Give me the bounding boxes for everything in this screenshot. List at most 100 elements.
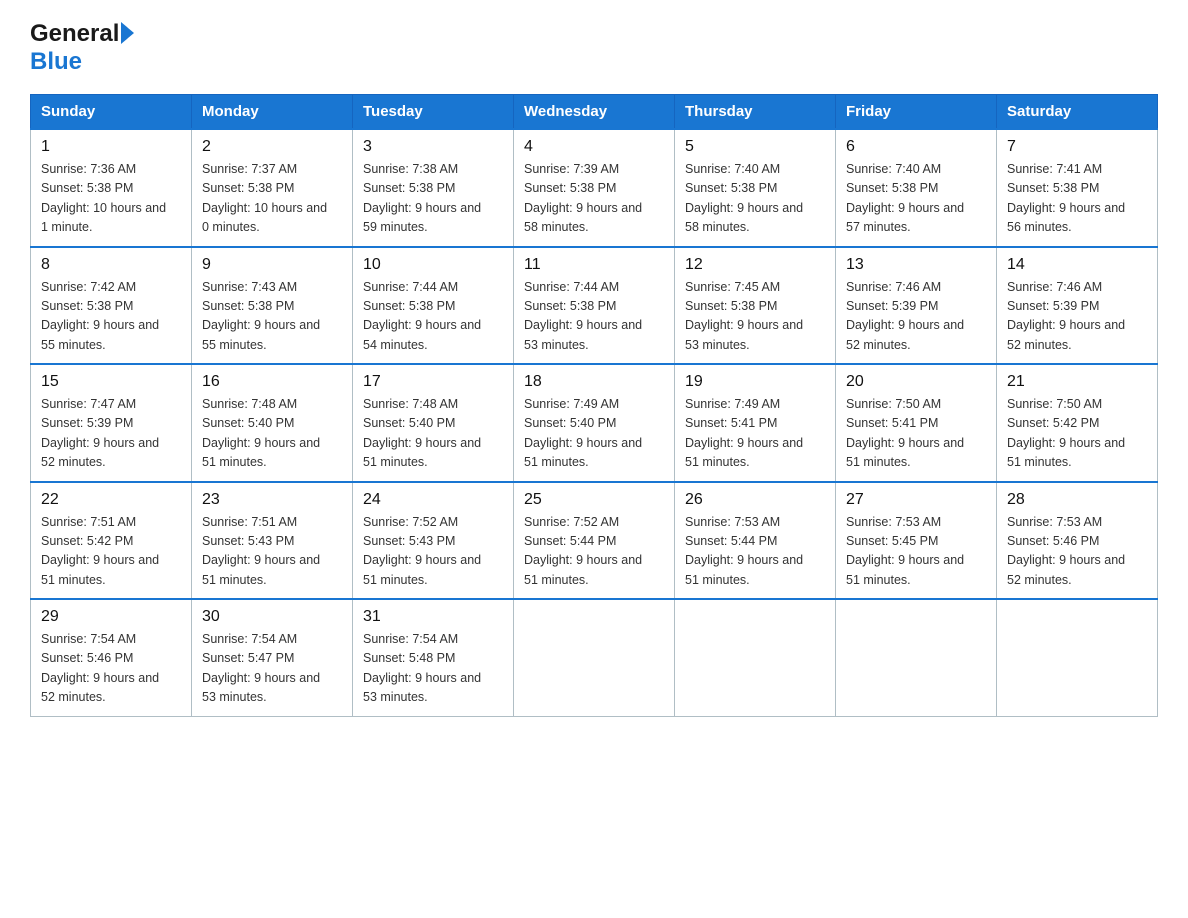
day-cell: 8 Sunrise: 7:42 AMSunset: 5:38 PMDaylight… (31, 247, 192, 365)
day-number: 26 (685, 491, 825, 509)
day-cell: 9 Sunrise: 7:43 AMSunset: 5:38 PMDaylight… (192, 247, 353, 365)
day-cell: 17 Sunrise: 7:48 AMSunset: 5:40 PMDayligh… (353, 364, 514, 482)
day-number: 10 (363, 256, 503, 274)
day-number: 18 (524, 373, 664, 391)
day-info: Sunrise: 7:53 AMSunset: 5:45 PMDaylight:… (846, 513, 986, 591)
day-info: Sunrise: 7:53 AMSunset: 5:46 PMDaylight:… (1007, 513, 1147, 591)
day-cell (675, 599, 836, 716)
day-number: 9 (202, 256, 342, 274)
day-info: Sunrise: 7:39 AMSunset: 5:38 PMDaylight:… (524, 160, 664, 238)
logo-general-text: General (30, 20, 119, 48)
day-info: Sunrise: 7:45 AMSunset: 5:38 PMDaylight:… (685, 278, 825, 356)
header-cell-friday: Friday (836, 95, 997, 130)
day-info: Sunrise: 7:49 AMSunset: 5:41 PMDaylight:… (685, 395, 825, 473)
week-row-4: 22Sunrise: 7:51 AMSunset: 5:42 PMDayligh… (31, 482, 1158, 600)
day-number: 29 (41, 608, 181, 626)
day-info: Sunrise: 7:42 AMSunset: 5:38 PMDaylight:… (41, 278, 181, 356)
day-cell: 15Sunrise: 7:47 AMSunset: 5:39 PMDayligh… (31, 364, 192, 482)
day-cell: 10 Sunrise: 7:44 AMSunset: 5:38 PMDayligh… (353, 247, 514, 365)
logo: General Blue (30, 20, 134, 76)
day-number: 30 (202, 608, 342, 626)
day-cell (514, 599, 675, 716)
day-number: 28 (1007, 491, 1147, 509)
day-cell: 12 Sunrise: 7:45 AMSunset: 5:38 PMDayligh… (675, 247, 836, 365)
day-cell: 28 Sunrise: 7:53 AMSunset: 5:46 PMDayligh… (997, 482, 1158, 600)
header-cell-thursday: Thursday (675, 95, 836, 130)
day-info: Sunrise: 7:44 AMSunset: 5:38 PMDaylight:… (363, 278, 503, 356)
day-cell (997, 599, 1158, 716)
day-number: 4 (524, 138, 664, 156)
day-info: Sunrise: 7:43 AMSunset: 5:38 PMDaylight:… (202, 278, 342, 356)
logo-blue-text: Blue (30, 48, 82, 75)
header-cell-sunday: Sunday (31, 95, 192, 130)
week-row-1: 1Sunrise: 7:36 AMSunset: 5:38 PMDaylight… (31, 129, 1158, 247)
header-cell-tuesday: Tuesday (353, 95, 514, 130)
day-cell: 27 Sunrise: 7:53 AMSunset: 5:45 PMDayligh… (836, 482, 997, 600)
day-info: Sunrise: 7:44 AMSunset: 5:38 PMDaylight:… (524, 278, 664, 356)
day-info: Sunrise: 7:54 AMSunset: 5:47 PMDaylight:… (202, 630, 342, 708)
week-row-2: 8 Sunrise: 7:42 AMSunset: 5:38 PMDaylight… (31, 247, 1158, 365)
day-number: 12 (685, 256, 825, 274)
day-cell: 23 Sunrise: 7:51 AMSunset: 5:43 PMDayligh… (192, 482, 353, 600)
week-row-5: 29Sunrise: 7:54 AMSunset: 5:46 PMDayligh… (31, 599, 1158, 716)
calendar-body: 1Sunrise: 7:36 AMSunset: 5:38 PMDaylight… (31, 129, 1158, 716)
day-number: 15 (41, 373, 181, 391)
day-number: 24 (363, 491, 503, 509)
day-number: 1 (41, 138, 181, 156)
day-number: 22 (41, 491, 181, 509)
day-number: 13 (846, 256, 986, 274)
day-number: 25 (524, 491, 664, 509)
day-number: 27 (846, 491, 986, 509)
day-cell (836, 599, 997, 716)
day-number: 20 (846, 373, 986, 391)
day-info: Sunrise: 7:50 AMSunset: 5:41 PMDaylight:… (846, 395, 986, 473)
day-cell: 19Sunrise: 7:49 AMSunset: 5:41 PMDayligh… (675, 364, 836, 482)
day-number: 21 (1007, 373, 1147, 391)
calendar-table: SundayMondayTuesdayWednesdayThursdayFrid… (30, 94, 1158, 717)
day-info: Sunrise: 7:49 AMSunset: 5:40 PMDaylight:… (524, 395, 664, 473)
day-number: 17 (363, 373, 503, 391)
day-info: Sunrise: 7:46 AMSunset: 5:39 PMDaylight:… (1007, 278, 1147, 356)
day-cell: 24Sunrise: 7:52 AMSunset: 5:43 PMDayligh… (353, 482, 514, 600)
day-cell: 14 Sunrise: 7:46 AMSunset: 5:39 PMDayligh… (997, 247, 1158, 365)
day-info: Sunrise: 7:40 AMSunset: 5:38 PMDaylight:… (846, 160, 986, 238)
header-cell-saturday: Saturday (997, 95, 1158, 130)
day-info: Sunrise: 7:41 AMSunset: 5:38 PMDaylight:… (1007, 160, 1147, 238)
day-info: Sunrise: 7:53 AMSunset: 5:44 PMDaylight:… (685, 513, 825, 591)
week-row-3: 15Sunrise: 7:47 AMSunset: 5:39 PMDayligh… (31, 364, 1158, 482)
day-number: 11 (524, 256, 664, 274)
calendar-header: SundayMondayTuesdayWednesdayThursdayFrid… (31, 95, 1158, 130)
day-cell: 21Sunrise: 7:50 AMSunset: 5:42 PMDayligh… (997, 364, 1158, 482)
day-info: Sunrise: 7:51 AMSunset: 5:43 PMDaylight:… (202, 513, 342, 591)
day-cell: 2 Sunrise: 7:37 AMSunset: 5:38 PMDaylight… (192, 129, 353, 247)
day-info: Sunrise: 7:48 AMSunset: 5:40 PMDaylight:… (363, 395, 503, 473)
day-number: 5 (685, 138, 825, 156)
header-cell-wednesday: Wednesday (514, 95, 675, 130)
day-cell: 25Sunrise: 7:52 AMSunset: 5:44 PMDayligh… (514, 482, 675, 600)
day-number: 6 (846, 138, 986, 156)
day-info: Sunrise: 7:37 AMSunset: 5:38 PMDaylight:… (202, 160, 342, 238)
day-cell: 31 Sunrise: 7:54 AMSunset: 5:48 PMDayligh… (353, 599, 514, 716)
day-number: 14 (1007, 256, 1147, 274)
logo-arrow-icon (121, 22, 134, 44)
header-cell-monday: Monday (192, 95, 353, 130)
day-number: 7 (1007, 138, 1147, 156)
day-number: 2 (202, 138, 342, 156)
day-cell: 22Sunrise: 7:51 AMSunset: 5:42 PMDayligh… (31, 482, 192, 600)
day-number: 23 (202, 491, 342, 509)
day-number: 31 (363, 608, 503, 626)
day-cell: 30 Sunrise: 7:54 AMSunset: 5:47 PMDayligh… (192, 599, 353, 716)
day-cell: 5Sunrise: 7:40 AMSunset: 5:38 PMDaylight… (675, 129, 836, 247)
day-number: 8 (41, 256, 181, 274)
day-cell: 7 Sunrise: 7:41 AMSunset: 5:38 PMDaylight… (997, 129, 1158, 247)
day-cell: 26 Sunrise: 7:53 AMSunset: 5:44 PMDayligh… (675, 482, 836, 600)
day-cell: 29Sunrise: 7:54 AMSunset: 5:46 PMDayligh… (31, 599, 192, 716)
day-cell: 4 Sunrise: 7:39 AMSunset: 5:38 PMDaylight… (514, 129, 675, 247)
day-info: Sunrise: 7:38 AMSunset: 5:38 PMDaylight:… (363, 160, 503, 238)
day-info: Sunrise: 7:54 AMSunset: 5:48 PMDaylight:… (363, 630, 503, 708)
day-cell: 16Sunrise: 7:48 AMSunset: 5:40 PMDayligh… (192, 364, 353, 482)
day-number: 3 (363, 138, 503, 156)
day-cell: 6 Sunrise: 7:40 AMSunset: 5:38 PMDaylight… (836, 129, 997, 247)
day-cell: 1Sunrise: 7:36 AMSunset: 5:38 PMDaylight… (31, 129, 192, 247)
day-info: Sunrise: 7:48 AMSunset: 5:40 PMDaylight:… (202, 395, 342, 473)
